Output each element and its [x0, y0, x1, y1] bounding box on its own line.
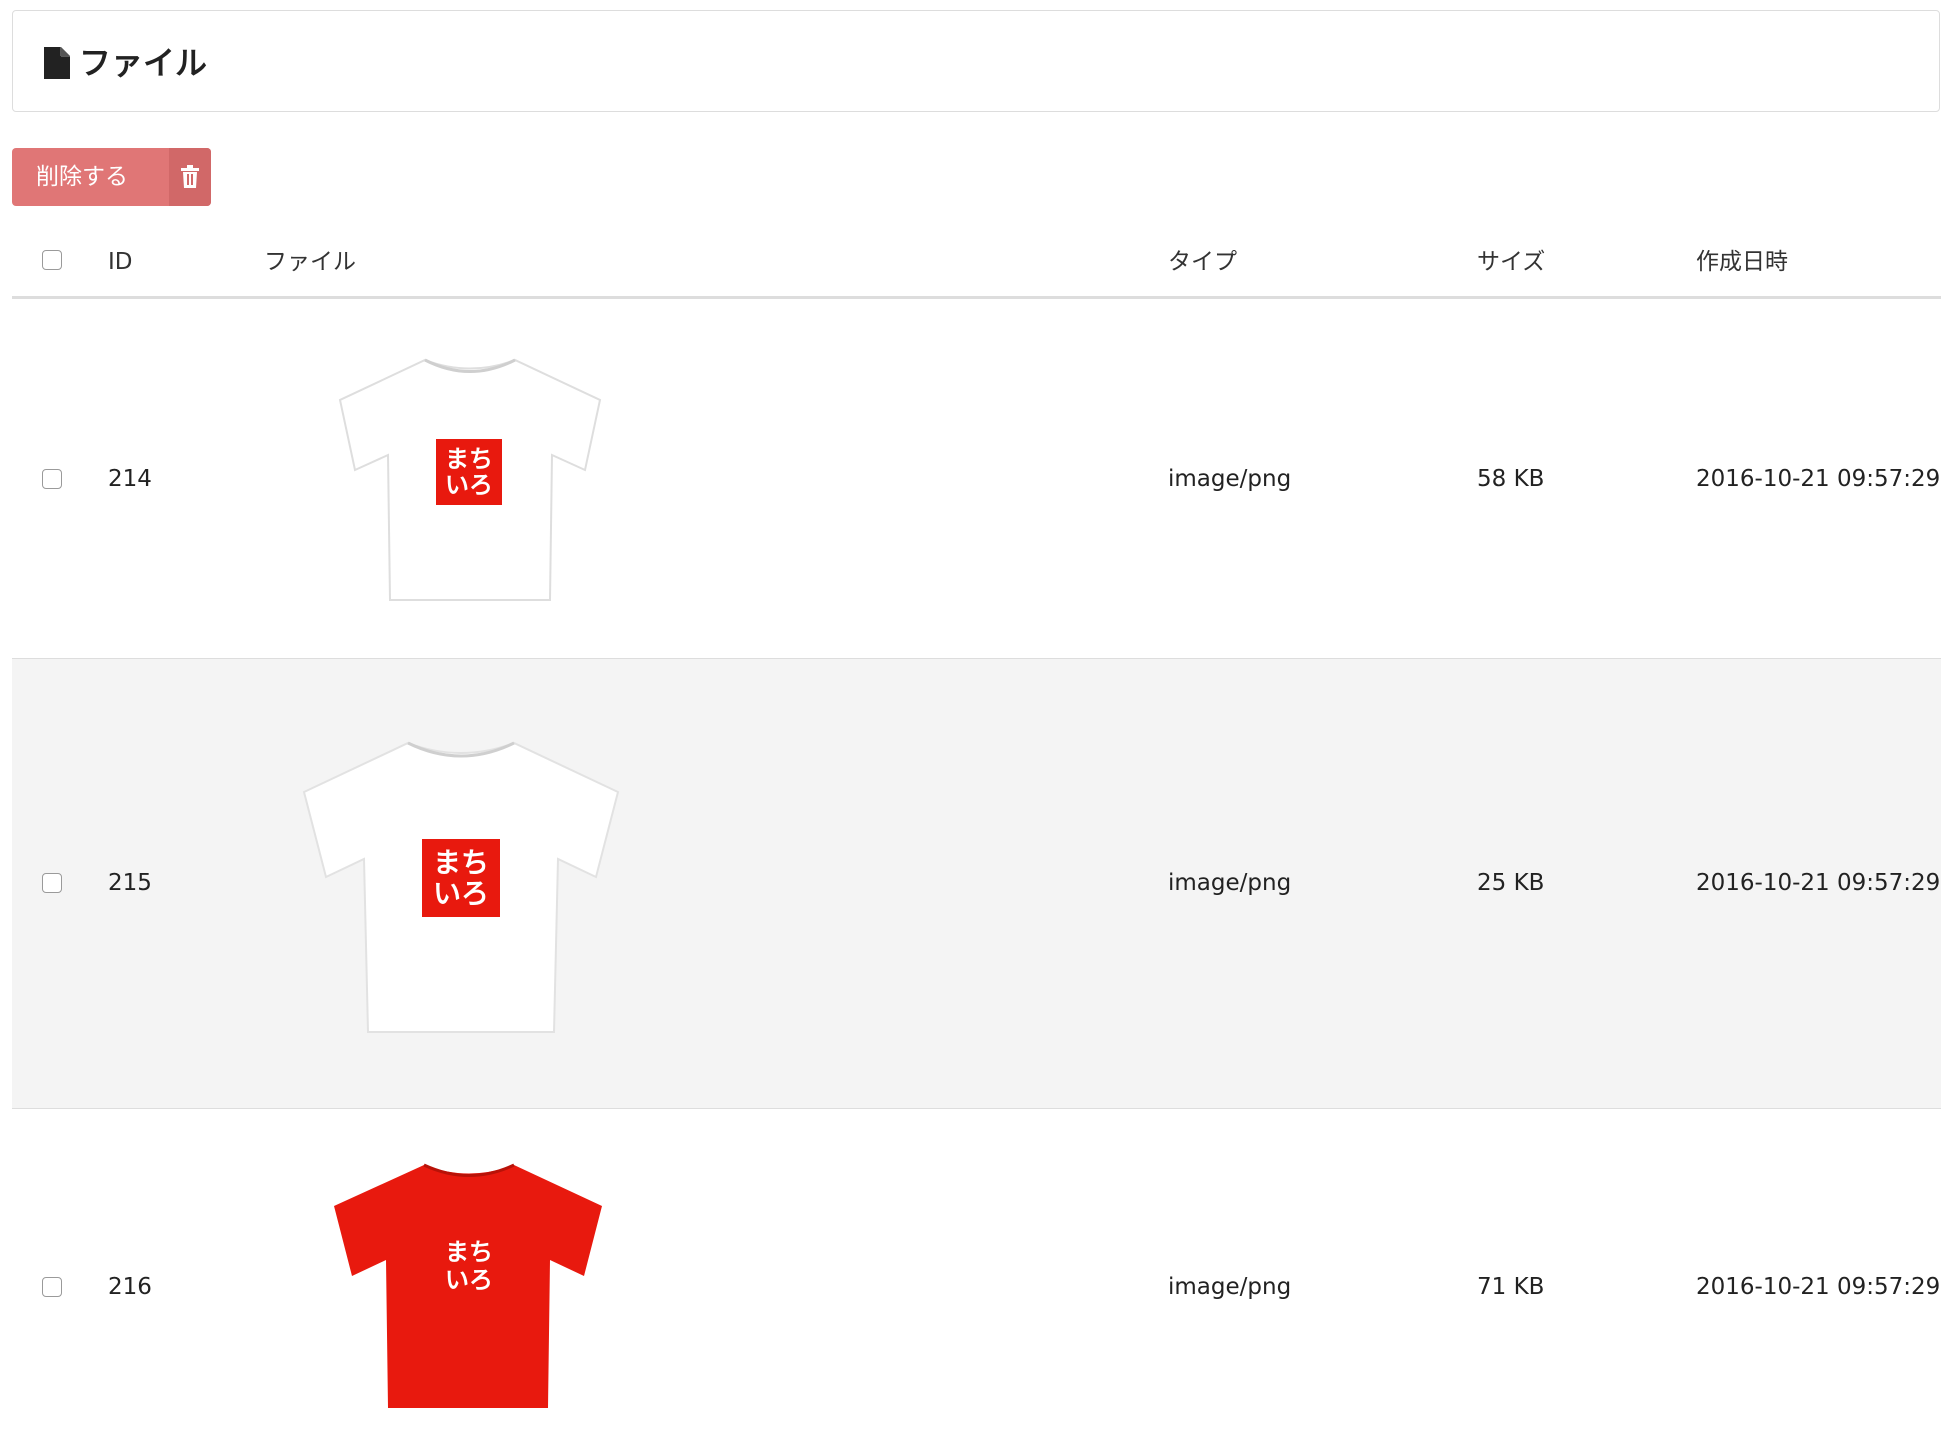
file-thumbnail[interactable]: まち いろ	[328, 1160, 610, 1412]
table-row	[12, 1109, 1941, 1442]
logo-text-line1: まち	[445, 1238, 493, 1266]
trash-icon-box	[169, 148, 211, 206]
select-all-checkbox[interactable]	[42, 250, 62, 270]
table-row	[12, 299, 1941, 658]
trash-icon	[181, 165, 199, 188]
page-header: ファイル	[12, 10, 1940, 112]
file-icon	[44, 47, 70, 79]
row-created: 2016-10-21 09:57:29	[1696, 870, 1941, 896]
row-id: 214	[108, 466, 152, 492]
column-header-type[interactable]: タイプ	[1168, 248, 1237, 276]
column-header-size[interactable]: サイズ	[1477, 248, 1545, 276]
row-type: image/png	[1168, 1274, 1292, 1300]
file-thumbnail[interactable]: まち いろ	[296, 737, 626, 1037]
logo-text-line2: いろ	[445, 471, 493, 499]
delete-button[interactable]: 削除する	[12, 148, 211, 206]
logo-text-line2: いろ	[433, 877, 489, 910]
row-size: 25 KB	[1477, 870, 1545, 896]
column-header-id[interactable]: ID	[108, 248, 133, 276]
logo-text-line2: いろ	[445, 1266, 493, 1294]
logo-text-line1: まち	[445, 445, 493, 473]
row-checkbox[interactable]	[42, 1277, 62, 1297]
row-size: 58 KB	[1477, 466, 1545, 492]
row-type: image/png	[1168, 466, 1292, 492]
row-id: 216	[108, 1274, 152, 1300]
row-checkbox[interactable]	[42, 873, 62, 893]
logo-text-line1: まち	[433, 846, 489, 879]
column-header-file[interactable]: ファイル	[264, 248, 356, 276]
row-checkbox[interactable]	[42, 469, 62, 489]
page-title: ファイル	[79, 44, 208, 82]
row-id: 215	[108, 870, 152, 896]
column-header-created[interactable]: 作成日時	[1696, 248, 1788, 276]
row-size: 71 KB	[1477, 1274, 1545, 1300]
row-created: 2016-10-21 09:57:29	[1696, 1274, 1941, 1300]
delete-button-label: 削除する	[36, 164, 128, 190]
file-thumbnail[interactable]: まち いろ	[330, 355, 610, 605]
row-created: 2016-10-21 09:57:29	[1696, 466, 1941, 492]
row-type: image/png	[1168, 870, 1292, 896]
